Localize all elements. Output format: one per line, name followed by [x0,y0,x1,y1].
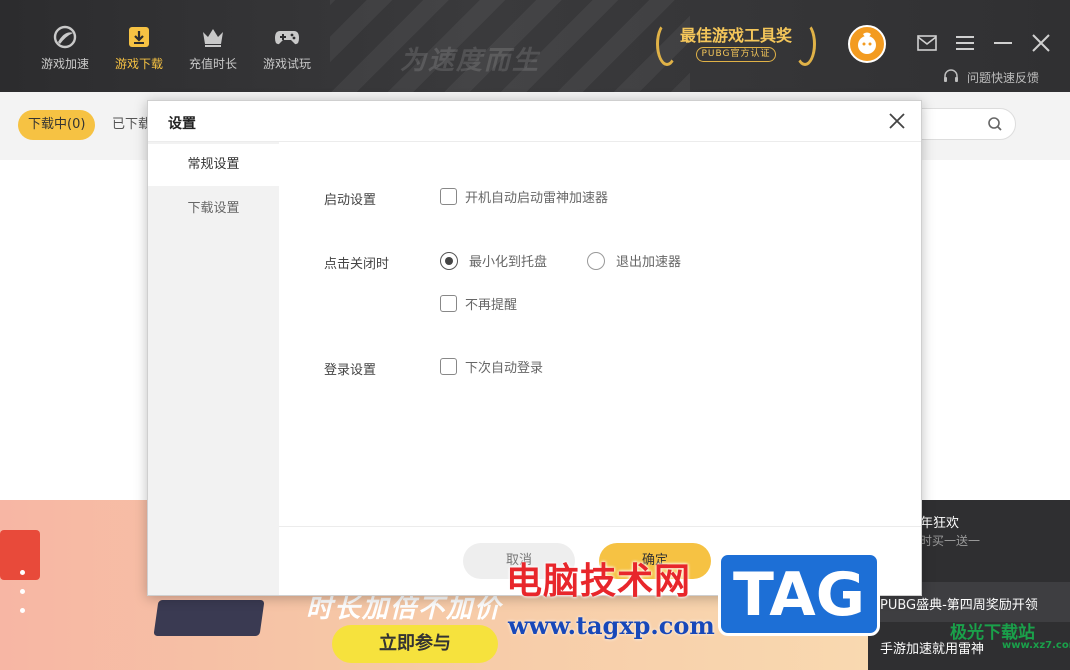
settings-dialog: 设置 常规设置 下载设置 启动设置 开机自动启动雷神加速器 点击关闭时 最小化到… [147,100,922,596]
avatar-face-icon [858,32,876,54]
auto-login-label: 下次自动登录 [465,361,544,376]
top-bar: 为速度而生 游戏加速 游戏下载 充值时长 游戏试玩 最佳游戏工具奖 PUBG官方… [0,0,1070,92]
minimize-button[interactable] [984,30,1022,56]
tab-downloading[interactable]: 下载中(0) [18,110,96,140]
gamepad-icon [274,24,300,50]
award-badge: 最佳游戏工具奖 PUBG官方认证 [656,18,816,68]
promo-item-subtitle: 时买一送一 [920,534,981,548]
minimize-icon [994,42,1012,44]
keyboard-image [153,600,265,636]
divider [279,526,921,527]
join-now-button[interactable]: 立即参与 [332,625,498,663]
tab-general-settings[interactable]: 常规设置 [148,144,279,186]
headset-icon [943,68,959,87]
crown-icon [200,24,226,50]
nav-item-recharge[interactable]: 充值时长 [176,24,250,72]
avatar[interactable] [848,25,886,63]
laurel-left-icon [656,22,678,66]
auto-login-checkbox[interactable]: 下次自动登录 [440,357,543,376]
startup-label: 启动设置 [324,193,377,208]
radio-unselected[interactable] [587,251,605,270]
tab-downloaded[interactable]: 已下载 [112,110,151,140]
dialog-title: 设置 [168,116,196,132]
login-label: 登录设置 [324,363,377,378]
no-remind-checkbox[interactable]: 不再提醒 [440,294,517,313]
window-controls [908,30,1060,56]
exit-app-radio[interactable]: 退出加速器 [587,251,681,270]
watermark-tag-logo: TAG [718,552,880,636]
main-nav: 游戏加速 游戏下载 充值时长 游戏试玩 [28,24,324,72]
download-box-icon [126,24,152,50]
close-icon [1032,34,1050,52]
promo-item-title[interactable]: PUBG盛典-第四周奖励开领 [880,594,1038,613]
laurel-right-icon [794,22,816,66]
nav-item-label: 游戏下载 [114,57,163,71]
dialog-close-button[interactable] [885,109,909,133]
watermark-url: www.tagxp.com [508,611,715,640]
auto-start-checkbox[interactable]: 开机自动启动雷神加速器 [440,187,608,206]
on-close-label: 点击关闭时 [324,257,390,272]
no-remind-label: 不再提醒 [465,298,518,313]
nav-item-game-trial[interactable]: 游戏试玩 [250,24,324,72]
checkbox-box[interactable] [440,295,457,312]
feedback-label: 问题快速反馈 [967,71,1040,85]
menu-button[interactable] [946,30,984,56]
nav-item-label: 游戏试玩 [262,57,311,71]
tab-download-settings[interactable]: 下载设置 [148,188,279,230]
watermark-site-domain: www.xz7.com [1002,640,1070,651]
header-decoration-text: 为速度而生 [400,46,541,76]
mail-button[interactable] [908,30,946,56]
award-subtitle: PUBG官方认证 [696,47,776,62]
hamburger-icon [956,36,974,50]
watermark-text: 电脑技术网 [506,561,692,602]
carousel-dots [20,570,25,627]
award-title: 最佳游戏工具奖 [679,26,792,45]
checkbox-box[interactable] [440,188,457,205]
feedback-link[interactable]: 问题快速反馈 [943,68,1039,87]
minimize-to-tray-label: 最小化到托盘 [469,255,548,270]
checkbox-box[interactable] [440,358,457,375]
search-icon [987,116,1003,136]
nav-item-game-download[interactable]: 游戏下载 [102,24,176,72]
settings-body: 启动设置 开机自动启动雷神加速器 点击关闭时 最小化到托盘 退出加速器 不再提醒… [279,142,921,595]
radio-selected[interactable] [440,251,458,270]
settings-sidebar: 常规设置 下载设置 [148,142,279,595]
nav-item-game-boost[interactable]: 游戏加速 [28,24,102,72]
nav-item-label: 充值时长 [188,57,237,71]
mail-icon [917,35,937,51]
promo-item-title[interactable]: 年狂欢 [920,512,959,531]
exit-app-label: 退出加速器 [616,255,682,270]
auto-start-label: 开机自动启动雷神加速器 [465,191,609,206]
minimize-to-tray-radio[interactable]: 最小化到托盘 [440,251,547,270]
close-icon [889,113,905,129]
close-window-button[interactable] [1022,30,1060,56]
nav-item-label: 游戏加速 [40,57,89,71]
leaf-logo-icon [52,24,78,50]
